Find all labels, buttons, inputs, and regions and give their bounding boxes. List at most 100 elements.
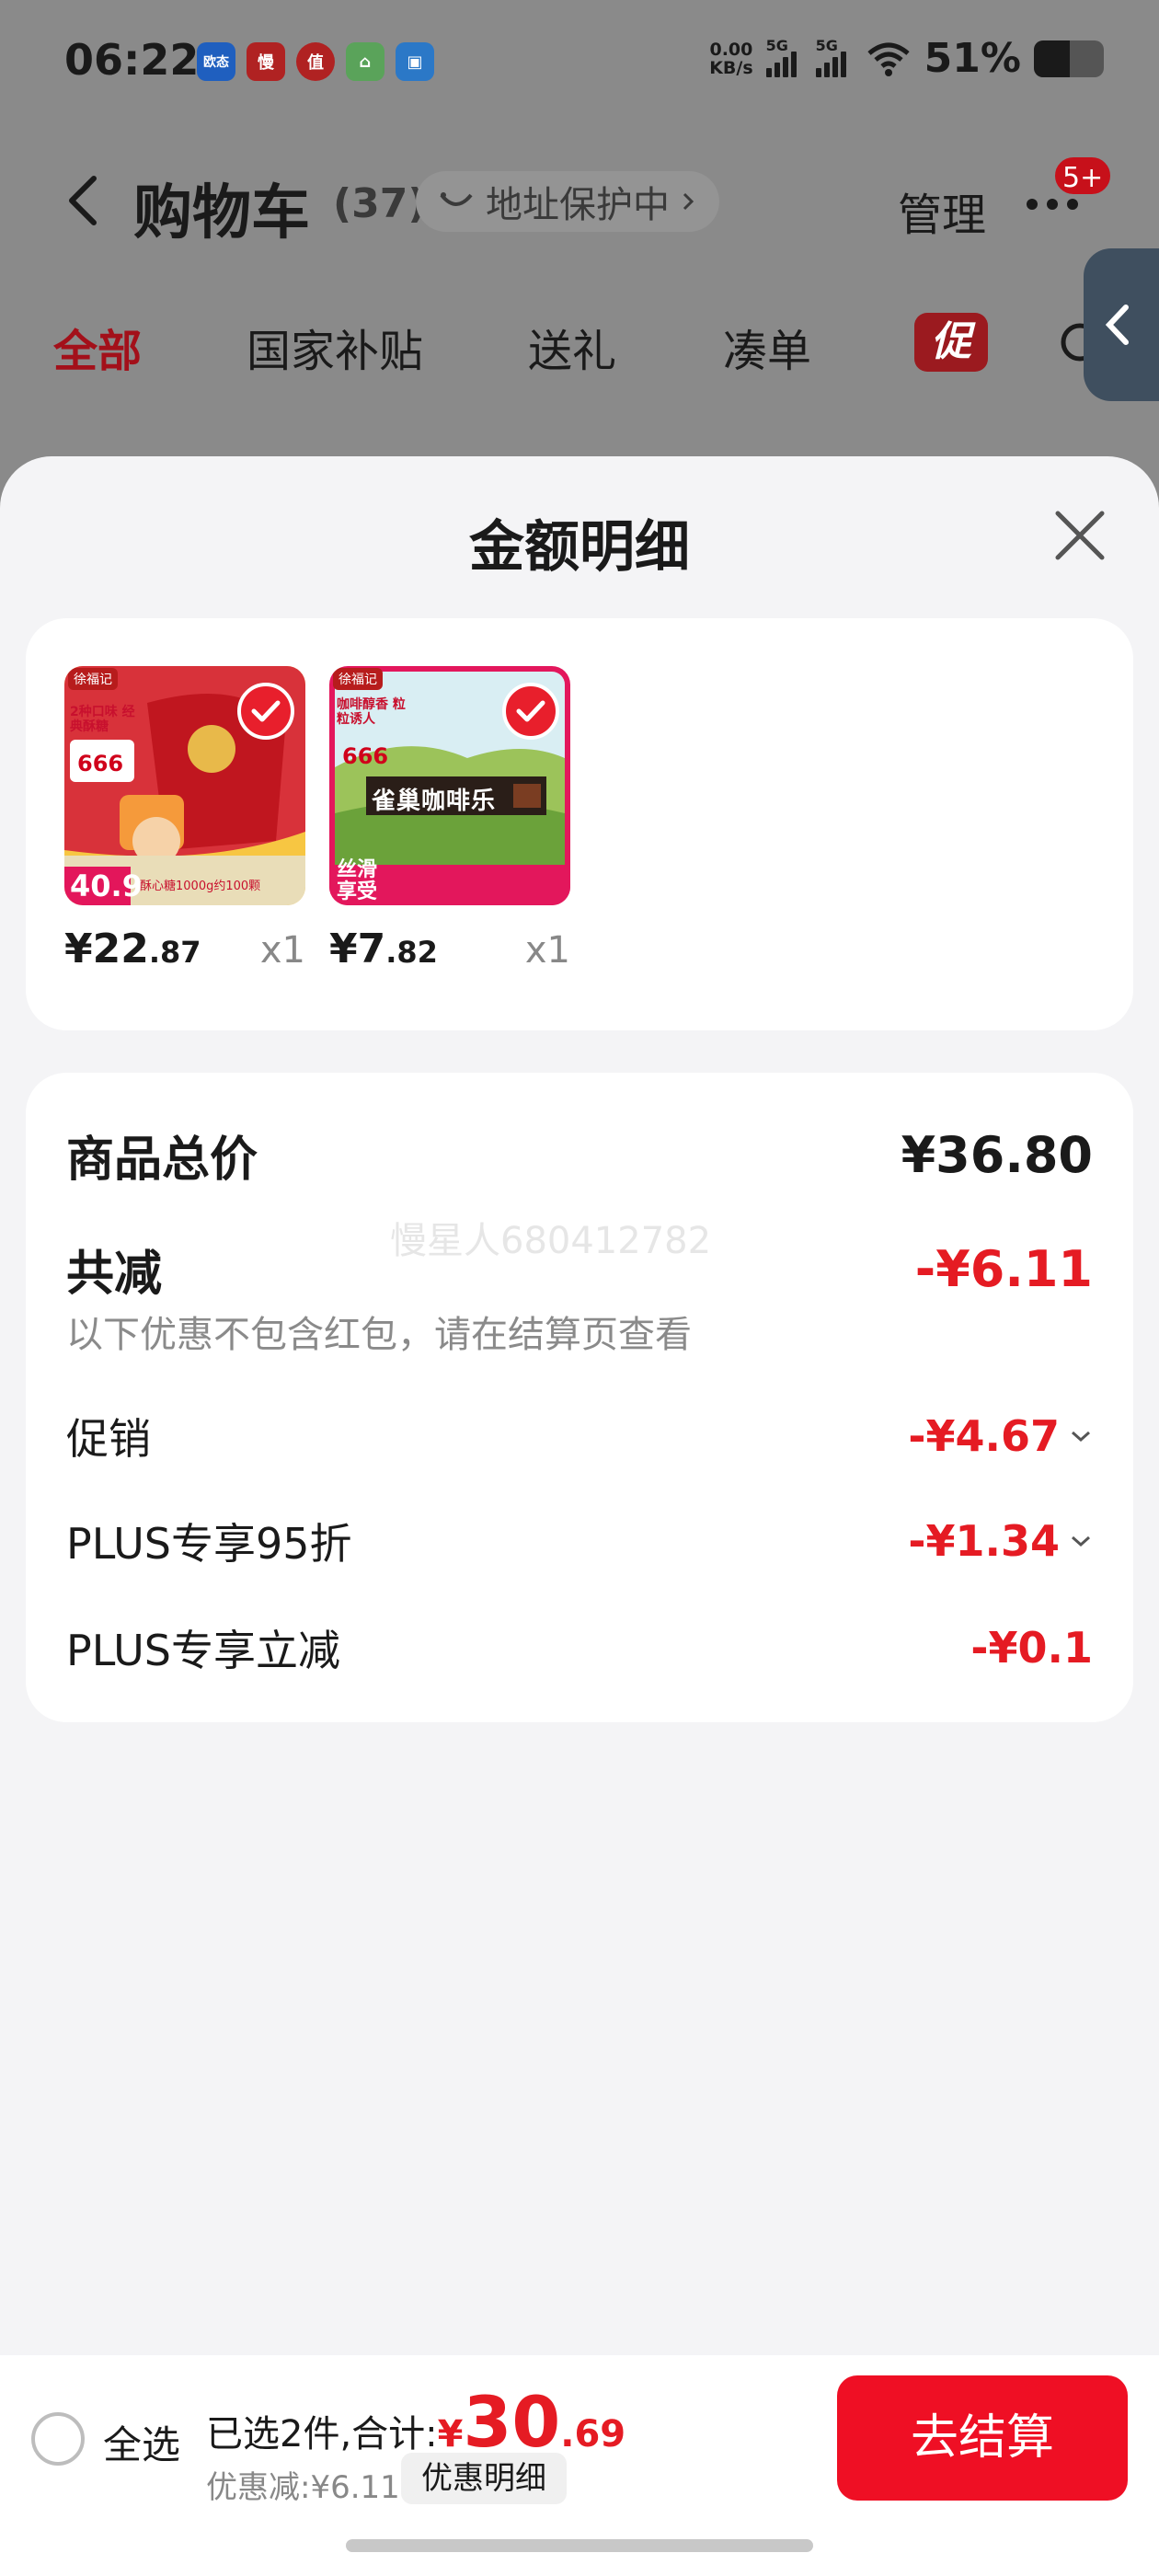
close-icon[interactable]	[1052, 508, 1107, 563]
back-arrow-icon[interactable]	[64, 173, 101, 228]
total-currency: ¥	[437, 2413, 464, 2455]
goods-total-value: ¥36.80	[901, 1126, 1093, 1184]
image-number: 666	[77, 751, 124, 776]
product-item[interactable]: 徐福记 咖啡醇香 粒粒诱人 666 雀巢咖啡乐 丝滑享受 ¥7.82 x1	[329, 666, 570, 972]
background-cart-page: 06:22 欧态 慢 值 ⌂ ▣ 0.00 KB/s 5G 5G 51% 购物车…	[0, 0, 1159, 515]
manage-button[interactable]: 管理	[898, 178, 986, 243]
image-price-tag: 40.9	[70, 868, 143, 903]
discount-value: -¥1.34	[908, 1516, 1093, 1566]
checkout-bar: 全选 已选2件,合计: ¥ 30 .69 优惠减:¥6.11 优惠明细 去结算	[0, 2355, 1159, 2576]
discount-note: 以下优惠不包含红包，请在结算页查看	[66, 1314, 692, 1356]
select-all-radio[interactable]	[31, 2412, 85, 2466]
total-integer: 30	[463, 2381, 561, 2463]
price-breakdown-card: 慢星人680412782 商品总价 ¥36.80 共减 -¥6.11 以下优惠不…	[26, 1073, 1133, 1722]
selected-summary: 已选2件,合计:	[206, 2413, 438, 2455]
network-speed: 0.00 KB/s	[709, 40, 752, 77]
checked-icon[interactable]	[502, 683, 559, 740]
status-time: 06:22	[64, 35, 200, 85]
side-collapse-tab[interactable]	[1084, 248, 1159, 401]
select-all-label[interactable]: 全选	[103, 2414, 180, 2470]
discount-row-plus-reduce: PLUS专享立减 -¥0.1	[66, 1617, 1093, 1678]
goods-total-label: 商品总价	[66, 1133, 258, 1188]
wifi-icon	[867, 42, 910, 76]
app-icon-home: ⌂	[346, 42, 384, 81]
product-item[interactable]: 徐福记 2种口味 经典酥糖 666 40.9 酥心糖1000g约100颗 ¥22…	[64, 666, 305, 972]
checked-icon[interactable]	[237, 683, 294, 740]
battery-icon	[1034, 40, 1104, 77]
cart-header: 购物车 (37) 地址保护中 管理 5+	[0, 147, 1159, 258]
home-indicator[interactable]	[346, 2539, 813, 2552]
goods-total-row: 商品总价 ¥36.80	[66, 1121, 1093, 1190]
tab-national-subsidy[interactable]: 国家补贴	[247, 315, 423, 379]
brand-tag: 徐福记	[333, 668, 383, 690]
image-tagline: 咖啡醇香 粒粒诱人	[337, 697, 406, 727]
discount-label: PLUS专享95折	[66, 1519, 352, 1569]
signal-icon-2: 5G	[815, 36, 853, 77]
tab-bundle[interactable]: 凑单	[723, 315, 811, 379]
cart-count: (37)	[333, 180, 427, 227]
price-decimal: .82	[385, 935, 438, 970]
discount-amount: -¥4.67	[908, 1411, 1060, 1461]
product-image-coffee[interactable]: 徐福记 咖啡醇香 粒粒诱人 666 雀巢咖啡乐 丝滑享受	[329, 666, 570, 905]
amount-detail-sheet: 金额明细 徐福记 2种口味 经典酥糖 666 40.9 酥心糖1000g约100…	[0, 456, 1159, 2576]
discount-label: PLUS专享立减	[66, 1626, 340, 1675]
discount-row-plus-95[interactable]: PLUS专享95折 -¥1.34	[66, 1511, 1093, 1571]
selected-products-card: 徐福记 2种口味 经典酥糖 666 40.9 酥心糖1000g约100颗 ¥22…	[26, 618, 1133, 1030]
signal-label-2: 5G	[815, 36, 838, 54]
product-price: ¥22.87	[64, 926, 201, 972]
product-quantity: x1	[259, 929, 305, 972]
product-image-candy[interactable]: 徐福记 2种口味 经典酥糖 666 40.9 酥心糖1000g约100颗	[64, 666, 305, 905]
image-banner-text: 雀巢咖啡乐	[372, 788, 497, 815]
cart-tabs: 全部 国家补贴 送礼 凑单 促	[0, 304, 1159, 386]
price-integer: ¥7	[329, 926, 386, 972]
reduction-value: -¥6.11	[914, 1240, 1093, 1298]
app-icon-blue: 欧态	[197, 42, 235, 81]
tab-all[interactable]: 全部	[53, 315, 142, 379]
discount-value: -¥4.67	[908, 1411, 1093, 1461]
signal-icon: 5G	[765, 36, 803, 77]
app-icon-red: 慢	[247, 42, 285, 81]
reduction-label: 共减	[66, 1247, 163, 1302]
network-speed-value: 0.00	[709, 39, 753, 60]
app-icon-red-circle: 值	[296, 42, 335, 81]
chevron-left-icon	[1105, 305, 1129, 345]
page-title: 购物车	[133, 179, 310, 247]
network-speed-unit: KB/s	[709, 57, 753, 78]
image-tagline: 2种口味 经典酥糖	[70, 705, 135, 734]
discount-label: 促销	[66, 1414, 151, 1464]
image-side-text: 丝滑享受	[337, 858, 378, 903]
total-decimal: .69	[560, 2413, 626, 2455]
product-price: ¥7.82	[329, 926, 438, 972]
price-decimal: .87	[148, 935, 201, 970]
checkout-button[interactable]: 去结算	[837, 2375, 1128, 2501]
status-bar: 06:22 欧态 慢 值 ⌂ ▣ 0.00 KB/s 5G 5G 51%	[0, 0, 1159, 120]
status-indicators: 0.00 KB/s 5G 5G 51%	[709, 35, 1104, 82]
order-total: 已选2件,合计: ¥ 30 .69	[206, 2381, 625, 2463]
chevron-right-icon	[683, 192, 694, 211]
address-protection-pill[interactable]: 地址保护中	[416, 171, 719, 232]
message-badge: 5+	[1052, 155, 1114, 197]
discount-amount: -¥1.34	[908, 1516, 1060, 1566]
discount-row-promotion[interactable]: 促销 -¥4.67	[66, 1406, 1093, 1466]
battery-percent: 51%	[924, 35, 1021, 82]
notification-icons: 欧态 慢 值 ⌂ ▣	[197, 42, 434, 81]
discount-detail-button[interactable]: 优惠明细	[401, 2453, 567, 2504]
tab-promotion[interactable]: 促	[914, 313, 988, 372]
total-discount: 优惠减:¥6.11	[206, 2469, 400, 2506]
app-icon-chat: ▣	[396, 42, 434, 81]
more-icon[interactable]	[1027, 199, 1078, 210]
reduction-row: 共减 -¥6.11	[66, 1235, 1093, 1304]
chevron-down-icon[interactable]	[1069, 1429, 1093, 1443]
chevron-down-icon[interactable]	[1069, 1534, 1093, 1548]
signal-label: 5G	[765, 36, 788, 54]
address-protection-label: 地址保护中	[486, 184, 670, 226]
brand-tag: 徐福记	[68, 668, 118, 690]
discount-value: -¥0.1	[970, 1623, 1093, 1673]
sheet-title: 金额明细	[469, 515, 690, 580]
smile-icon	[440, 192, 473, 206]
image-number: 666	[342, 743, 389, 769]
tab-gift[interactable]: 送礼	[528, 315, 616, 379]
image-caption: 酥心糖1000g约100颗	[140, 880, 261, 893]
product-quantity: x1	[524, 929, 570, 972]
discount-amount: -¥0.1	[970, 1623, 1093, 1673]
